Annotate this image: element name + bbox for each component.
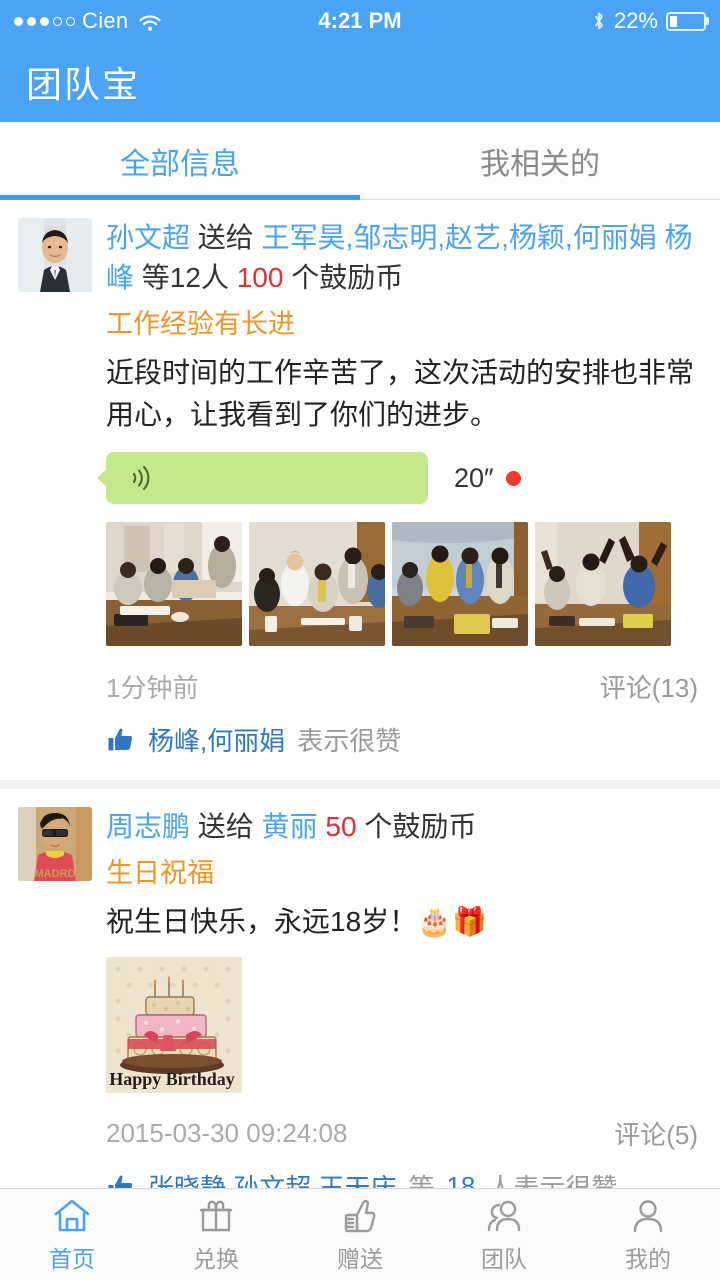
status-bar-left: Cien	[14, 8, 162, 34]
avatar[interactable]: MADRD	[18, 807, 92, 881]
thumbs-up-icon[interactable]	[106, 1172, 136, 1188]
comments-count[interactable]: 评论(5)	[614, 1115, 698, 1152]
verb-label: 送给	[197, 222, 254, 253]
page-title: 团队宝	[26, 64, 141, 105]
post-headline: 周志鹏 送给 黄丽 50 个鼓励币	[106, 807, 698, 847]
bluetooth-icon	[592, 11, 606, 31]
like-names[interactable]: 张晓静,孙文超,王天庆	[148, 1168, 396, 1188]
post-timestamp: 2015-03-30 09:24:08	[106, 1118, 348, 1148]
gift-icon	[195, 1196, 237, 1236]
post-tag: 工作经验有长进	[106, 309, 295, 339]
like-mid-label: 等	[408, 1173, 435, 1188]
voice-message-row[interactable]: 20″	[106, 452, 698, 504]
post-content: 祝生日快乐，永远18岁！🎂🎁	[106, 906, 487, 937]
coin-unit: 个鼓励币	[364, 811, 477, 842]
unread-indicator-dot	[505, 470, 521, 486]
post-tag: 生日祝福	[106, 858, 214, 888]
people-group-icon	[483, 1196, 525, 1236]
nav-label-profile: 我的	[625, 1245, 671, 1272]
svg-text:MADRD: MADRD	[35, 868, 76, 880]
coin-unit: 个鼓励币	[291, 262, 404, 293]
bottom-navigation: 首页 兑换 赠送 团队 我的	[0, 1188, 720, 1280]
post-headline: 孙文超 送给 王军昊,邹志明,赵艺,杨颖,何丽娟 杨峰 等12人 100 个鼓励…	[106, 218, 698, 298]
sound-wave-icon	[128, 463, 154, 493]
carrier-label: Cien	[82, 8, 129, 33]
post-meta: 1分钟前 评论(13)	[106, 668, 698, 705]
comments-count[interactable]: 评论(13)	[600, 668, 698, 705]
coin-amount: 50	[325, 811, 357, 842]
avatar[interactable]	[18, 218, 92, 292]
nav-item-give[interactable]: 赠送	[288, 1189, 432, 1280]
wifi-icon	[138, 12, 162, 31]
nav-item-exchange[interactable]: 兑换	[144, 1189, 288, 1280]
coin-amount: 100	[236, 262, 284, 293]
feed-list[interactable]: 孙文超 送给 王军昊,邹志明,赵艺,杨颖,何丽娟 杨峰 等12人 100 个鼓励…	[0, 200, 720, 1188]
post-content: 近段时间的工作辛苦了，这次活动的安排也非常用心，让我看到了你们的进步。	[106, 357, 695, 430]
thumbs-up-icon	[339, 1196, 381, 1236]
post-photo[interactable]	[106, 522, 242, 646]
voice-duration-label: 20″	[454, 462, 494, 493]
sender-name[interactable]: 周志鹏	[106, 811, 190, 842]
nav-item-profile[interactable]: 我的	[576, 1189, 720, 1280]
likes-row: 张晓静,孙文超,王天庆 等 18 人表示很赞	[106, 1168, 698, 1188]
app-header: 团队宝	[0, 42, 720, 122]
like-names[interactable]: 杨峰,何丽娟	[148, 721, 285, 758]
post-photo[interactable]: Happy Birthday	[106, 957, 242, 1093]
feed-post[interactable]: MADRD 周志鹏 送给 黄丽 50 个鼓励币 生日祝福 祝生日快乐，永远18岁…	[0, 780, 720, 1188]
photo-caption: Happy Birthday	[109, 1069, 235, 1089]
post-photo[interactable]	[392, 522, 528, 646]
nav-item-home[interactable]: 首页	[0, 1189, 144, 1280]
others-count: 等12人	[141, 262, 229, 293]
nav-label-team: 团队	[481, 1245, 527, 1272]
nav-item-team[interactable]: 团队	[432, 1189, 576, 1280]
voice-play-button[interactable]	[106, 452, 428, 504]
like-suffix: 表示很赞	[297, 726, 402, 756]
post-photo[interactable]	[249, 522, 385, 646]
photo-grid[interactable]	[106, 522, 698, 646]
nav-label-exchange: 兑换	[193, 1245, 239, 1272]
like-suffix: 人表示很赞	[487, 1173, 618, 1188]
feed-post[interactable]: 孙文超 送给 王军昊,邹志明,赵艺,杨颖,何丽娟 杨峰 等12人 100 个鼓励…	[0, 200, 720, 780]
like-count: 18	[446, 1171, 476, 1188]
recipient-names[interactable]: 黄丽	[262, 811, 318, 842]
person-icon	[627, 1196, 669, 1236]
likes-row: 杨峰,何丽娟 表示很赞	[106, 721, 698, 780]
post-timestamp: 1分钟前	[106, 673, 199, 703]
sender-name[interactable]: 孙文超	[106, 222, 190, 253]
app-screen: Cien 4:21 PM 22% 团队宝 全部信息 我相关的 孙文超 送给 王军…	[0, 0, 720, 1280]
battery-percent-label: 22%	[613, 8, 658, 33]
tab-bar: 全部信息 我相关的	[0, 122, 720, 200]
signal-strength-icon	[14, 16, 75, 26]
nav-label-give: 赠送	[337, 1245, 383, 1272]
status-bar: Cien 4:21 PM 22%	[0, 0, 720, 42]
battery-icon	[666, 11, 706, 31]
post-photo[interactable]	[535, 522, 671, 646]
status-bar-right: 22%	[592, 8, 706, 34]
nav-label-home: 首页	[49, 1245, 95, 1272]
post-meta: 2015-03-30 09:24:08 评论(5)	[106, 1115, 698, 1152]
verb-label: 送给	[197, 811, 254, 842]
home-icon	[51, 1196, 93, 1236]
thumbs-up-icon[interactable]	[106, 725, 136, 755]
tab-related-to-me[interactable]: 我相关的	[360, 122, 720, 199]
tab-all-messages[interactable]: 全部信息	[0, 122, 360, 200]
